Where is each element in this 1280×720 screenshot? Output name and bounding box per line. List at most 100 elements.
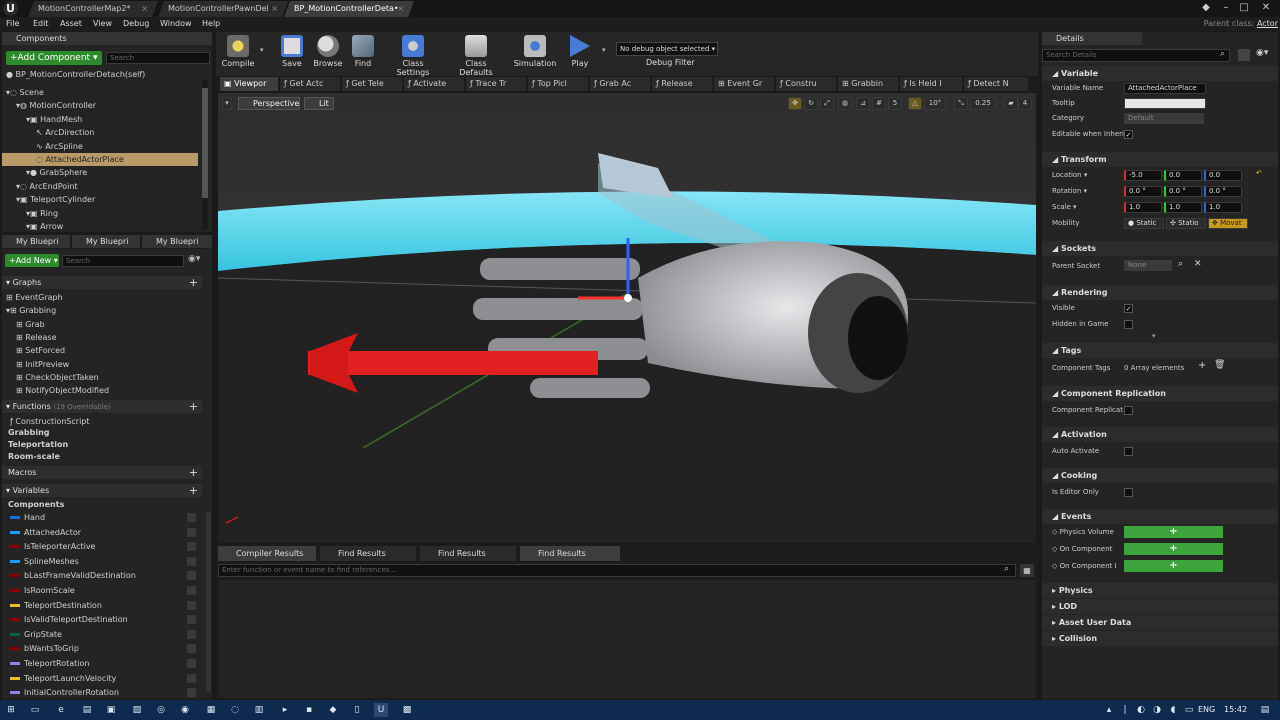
chevron-down-icon[interactable]: ▾ xyxy=(260,46,264,54)
collision-category[interactable]: ▸ Collision xyxy=(1042,631,1278,646)
tab-top-pick[interactable]: ƒ Top Picl xyxy=(528,77,588,91)
ds-icon[interactable]: ▪ xyxy=(302,703,316,717)
lod-category[interactable]: ▸ LOD xyxy=(1042,599,1278,614)
store-icon[interactable]: ▣ xyxy=(104,703,118,717)
tray-icon[interactable]: ◑ xyxy=(1150,703,1164,717)
physics-category[interactable]: ▸ Physics xyxy=(1042,583,1278,598)
visibility-eye-icon[interactable] xyxy=(187,600,196,610)
calculator-icon[interactable]: ▦ xyxy=(204,703,218,717)
app-icon[interactable]: ▨ xyxy=(130,703,144,717)
vs-icon[interactable]: ▸ xyxy=(278,703,292,717)
parent-socket-field[interactable]: None xyxy=(1124,260,1172,271)
rotation-snap-icon[interactable]: △ xyxy=(908,97,922,110)
graphs-header[interactable]: ▾ Graphs + xyxy=(2,276,202,289)
maximize-icon[interactable]: □ xyxy=(1236,0,1252,16)
reset-icon[interactable]: ↶ xyxy=(1256,169,1262,177)
scale-z-field[interactable]: 1.0 xyxy=(1204,202,1242,213)
add-event-button[interactable]: + xyxy=(1124,560,1223,572)
components-tab[interactable]: Components xyxy=(2,32,212,45)
add-event-button[interactable]: + xyxy=(1124,543,1223,555)
rotation-x-field[interactable]: 0.0 ° xyxy=(1124,186,1162,197)
visibility-eye-icon[interactable] xyxy=(187,659,196,668)
variables-components-category[interactable]: Components xyxy=(8,498,198,511)
search-icon[interactable]: ⌕ xyxy=(1220,49,1225,59)
browser-icon[interactable]: ◉ xyxy=(178,703,192,717)
class-defaults-button[interactable]: Class Defaults xyxy=(448,33,504,77)
macros-header[interactable]: Macros + xyxy=(2,466,202,479)
cooking-category[interactable]: ◢ Cooking xyxy=(1042,468,1278,483)
mobility-movable-button[interactable]: ✥ Movat xyxy=(1208,218,1248,229)
variable-item[interactable]: SplineMeshes xyxy=(10,555,202,569)
scale-label[interactable]: Scale ▾ xyxy=(1052,199,1077,215)
blueprint-search-input[interactable]: Search xyxy=(62,255,184,267)
tab-find-results-3[interactable]: Find Results xyxy=(520,546,620,561)
notification-center-icon[interactable]: ▤ xyxy=(1258,703,1272,717)
doc-tab-blueprint[interactable]: BP_MotionControllerDeta• × xyxy=(284,1,414,17)
tab-find-results-1[interactable]: Find Results xyxy=(320,546,416,561)
tab-construction[interactable]: ƒ Constru xyxy=(776,77,836,91)
tab-get-teleport[interactable]: ƒ Get Tele xyxy=(342,77,402,91)
grabbing-graph-item[interactable]: ⊞ CheckObjectTaken xyxy=(16,371,196,384)
network-icon[interactable]: ▭ xyxy=(1182,703,1196,717)
tab-compiler-results[interactable]: Compiler Results xyxy=(218,546,316,561)
scrollbar[interactable] xyxy=(202,80,208,230)
component-tree-item[interactable]: ↖ ArcDirection xyxy=(2,126,198,139)
scale-snap-value[interactable]: 0.25 xyxy=(970,97,996,110)
add-event-button[interactable]: + xyxy=(1124,526,1223,538)
rotation-z-field[interactable]: 0.0 ° xyxy=(1204,186,1242,197)
menu-view[interactable]: View xyxy=(93,17,112,31)
find-in-all-blueprints-icon[interactable]: ▦ xyxy=(1020,564,1034,577)
camera-speed-value[interactable]: 4 xyxy=(1018,97,1032,110)
variable-item[interactable]: AttachedActor xyxy=(10,526,202,540)
clock[interactable]: 15:42 xyxy=(1224,700,1247,720)
function-category[interactable]: Grabbing xyxy=(8,427,198,439)
visibility-eye-icon[interactable] xyxy=(187,615,196,625)
add-icon[interactable]: + xyxy=(189,400,198,413)
visibility-eye-icon[interactable] xyxy=(187,644,196,654)
variable-item[interactable]: IsTeleporterActive xyxy=(10,540,202,554)
perspective-button[interactable]: Perspective xyxy=(238,97,300,110)
component-tree-item[interactable]: ▾▣ HandMesh xyxy=(2,113,198,126)
close-icon[interactable]: × xyxy=(397,1,404,17)
grabbing-graph-item[interactable]: ⊞ Grab xyxy=(16,318,196,331)
visibility-eye-icon[interactable] xyxy=(187,556,196,566)
grabbing-graph-item[interactable]: ⊞ NotifyObjectModified xyxy=(16,384,196,397)
category-dropdown[interactable]: Default xyxy=(1124,113,1204,124)
tab-grabbing[interactable]: ⊞ Grabbin xyxy=(838,77,898,91)
rotate-mode-icon[interactable]: ↻ xyxy=(804,97,818,110)
variable-item[interactable]: Hand xyxy=(10,511,202,525)
world-local-icon[interactable]: ◍ xyxy=(838,97,852,110)
function-category[interactable]: Room-scale xyxy=(8,451,198,463)
variable-item[interactable]: IsRoomScale xyxy=(10,584,202,598)
unreal-logo-icon[interactable]: U xyxy=(3,1,18,16)
notes-icon[interactable]: ▥ xyxy=(252,703,266,717)
expand-advanced-icon[interactable]: ▾ xyxy=(1152,332,1156,340)
menu-edit[interactable]: Edit xyxy=(33,17,49,31)
grabbing-graph-item[interactable]: ⊞ Release xyxy=(16,331,196,344)
add-icon[interactable]: + xyxy=(189,484,198,497)
add-icon[interactable]: + xyxy=(189,466,198,479)
component-tree-item[interactable]: ▾▣ Arrow xyxy=(2,220,198,233)
mobility-stationary-button[interactable]: ✣ Statio xyxy=(1166,218,1206,229)
tab-my-blueprint-1[interactable]: My Bluepri xyxy=(2,235,70,248)
tab-release[interactable]: ƒ Release xyxy=(652,77,712,91)
tab-find-results-2[interactable]: Find Results xyxy=(420,546,516,561)
component-tree-item[interactable]: ∿ ArcSpline xyxy=(2,140,198,153)
scale-x-field[interactable]: 1.0 xyxy=(1124,202,1162,213)
variable-item[interactable]: bWantsToGrip xyxy=(10,642,202,656)
edge-icon[interactable]: e xyxy=(54,703,68,717)
editable-inherited-checkbox[interactable]: ✓ xyxy=(1124,130,1133,139)
component-replicates-checkbox[interactable] xyxy=(1124,406,1133,415)
visibility-eye-icon[interactable] xyxy=(187,571,196,581)
tray-icon[interactable]: ▴ xyxy=(1102,703,1116,717)
tab-is-held[interactable]: ƒ Is Held I xyxy=(900,77,962,91)
delete-icon[interactable]: 🗑 xyxy=(1214,360,1225,370)
compile-button[interactable]: Compile xyxy=(216,33,260,73)
variable-item[interactable]: GripState xyxy=(10,628,202,642)
activation-category[interactable]: ◢ Activation xyxy=(1042,427,1278,442)
location-x-field[interactable]: -5.0 xyxy=(1124,170,1162,181)
app-icon[interactable]: ▩ xyxy=(400,703,414,717)
add-new-button[interactable]: +Add New ▾ xyxy=(5,254,59,267)
language-indicator[interactable]: ENG xyxy=(1198,700,1215,720)
find-references-input[interactable]: Enter function or event name to find ref… xyxy=(218,564,1016,577)
